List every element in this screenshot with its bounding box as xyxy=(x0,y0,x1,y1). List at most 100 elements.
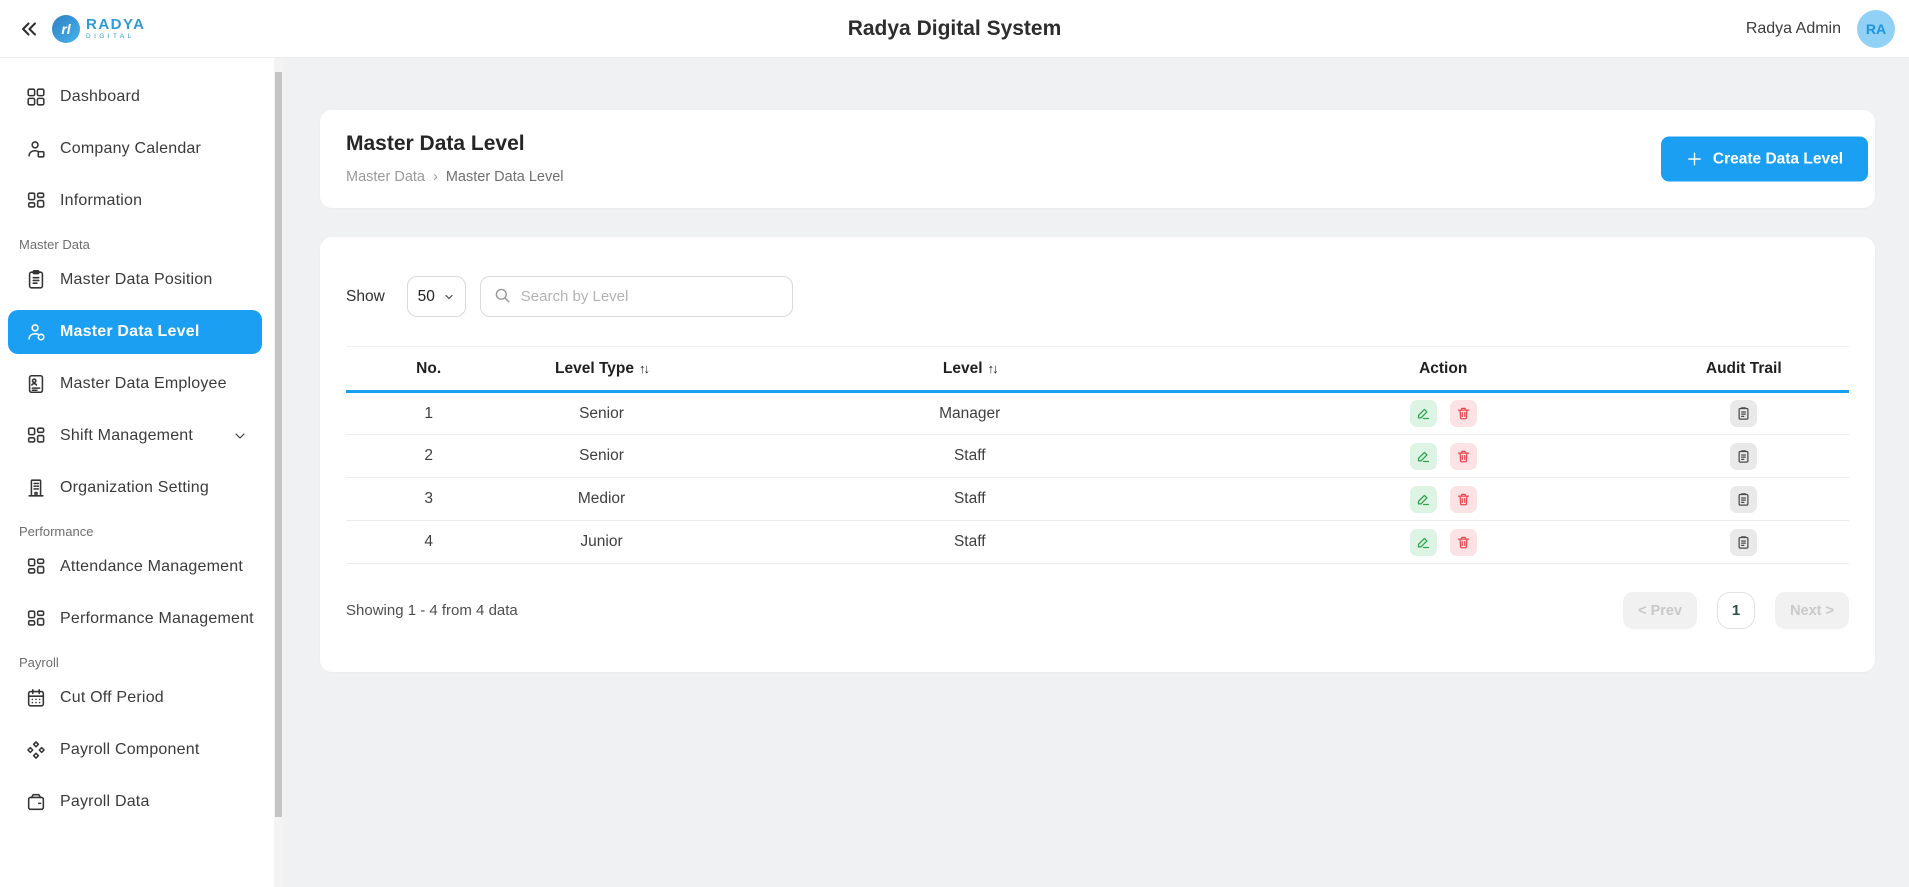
sidebar-scrollbar[interactable] xyxy=(274,58,283,887)
sidebar-item-label: Cut Off Period xyxy=(60,689,164,706)
sidebar: Dashboard Company Calendar Information M… xyxy=(0,58,283,887)
audit-trail-button[interactable] xyxy=(1730,528,1758,556)
edit-button[interactable] xyxy=(1409,485,1437,513)
sidebar-item-master-data-employee[interactable]: Master Data Employee xyxy=(8,362,262,406)
pencil-icon xyxy=(1417,494,1429,505)
sidebar-item-payroll-component[interactable]: Payroll Component xyxy=(8,728,262,772)
user-name: Radya Admin xyxy=(1745,19,1841,37)
sidebar-item-label: Attendance Management xyxy=(60,558,243,575)
delete-button[interactable] xyxy=(1449,442,1477,470)
delete-button[interactable] xyxy=(1449,400,1477,427)
sidebar-item-label: Company Calendar xyxy=(60,140,202,157)
pagination-summary: Showing 1 - 4 from 4 data xyxy=(346,602,518,619)
plus-icon xyxy=(1688,152,1701,166)
sidebar-item-attendance-management[interactable]: Attendance Management xyxy=(8,545,262,589)
edit-button[interactable] xyxy=(1409,528,1437,556)
sidebar-item-label: Information xyxy=(60,192,143,209)
person-calendar-icon xyxy=(25,138,47,160)
cell-action xyxy=(1247,434,1639,478)
cell-action xyxy=(1247,391,1639,435)
page-size-value: 50 xyxy=(417,287,435,305)
column-header-no: No. xyxy=(346,346,512,393)
sidebar-item-master-data-position[interactable]: Master Data Position xyxy=(8,258,262,302)
dashboard-grid-icon xyxy=(25,86,47,108)
sidebar-item-information[interactable]: Information xyxy=(8,179,262,223)
clipboard-icon xyxy=(1738,492,1749,506)
cell-no: 2 xyxy=(346,434,512,478)
cell-audit-trail xyxy=(1638,434,1849,478)
breadcrumb: Master Data › Master Data Level xyxy=(346,169,1875,185)
breadcrumb-current: Master Data Level xyxy=(445,169,564,185)
cell-level-type: Junior xyxy=(511,520,692,564)
trash-icon xyxy=(1457,536,1469,548)
sort-icon[interactable]: ↑↓ xyxy=(639,361,650,376)
sidebar-collapse-button[interactable] xyxy=(14,14,44,44)
delete-button[interactable] xyxy=(1449,528,1477,556)
top-bar: rl RADYA DIGITAL Radya Digital System Ra… xyxy=(0,0,1909,58)
audit-trail-button[interactable] xyxy=(1730,442,1758,470)
next-page-button[interactable]: Next > xyxy=(1775,592,1849,629)
show-label: Show xyxy=(346,287,385,305)
sidebar-item-label: Performance Management xyxy=(60,610,254,627)
sidebar-item-organization-setting[interactable]: Organization Setting xyxy=(8,466,262,510)
data-level-table: No. Level Type ↑↓ Level ↑↓ Action Audit Tr… xyxy=(346,346,1849,564)
cell-level-type: Senior xyxy=(511,391,692,435)
table-row: 2 Senior Staff xyxy=(346,434,1849,478)
sidebar-item-payroll-data[interactable]: Payroll Data xyxy=(8,780,262,824)
edit-button[interactable] xyxy=(1409,442,1437,470)
sidebar-item-label: Dashboard xyxy=(60,88,141,105)
page-size-select[interactable]: 50 xyxy=(406,276,466,317)
sidebar-item-company-calendar[interactable]: Company Calendar xyxy=(8,127,262,171)
search-input[interactable] xyxy=(479,276,793,317)
cell-no: 1 xyxy=(346,391,512,435)
apps-grid-icon xyxy=(25,425,47,447)
audit-trail-button[interactable] xyxy=(1730,400,1758,427)
sidebar-item-dashboard[interactable]: Dashboard xyxy=(8,75,262,119)
audit-trail-button[interactable] xyxy=(1730,485,1758,513)
clipboard-icon xyxy=(1738,407,1749,420)
diamonds-icon xyxy=(25,739,47,761)
prev-page-button[interactable]: < Prev xyxy=(1623,592,1698,629)
app-logo[interactable]: rl RADYA DIGITAL xyxy=(52,14,146,43)
cell-level: Staff xyxy=(691,477,1248,521)
column-header-level[interactable]: Level ↑↓ xyxy=(691,346,1248,393)
sidebar-item-master-data-level[interactable]: Master Data Level xyxy=(8,310,262,354)
table-controls: Show 50 xyxy=(346,237,1849,317)
create-button-label: Create Data Level xyxy=(1712,150,1843,167)
sidebar-item-performance-management[interactable]: Performance Management xyxy=(8,597,262,641)
edit-button[interactable] xyxy=(1409,400,1437,427)
user-avatar[interactable]: RA xyxy=(1857,9,1895,48)
wallet-icon xyxy=(25,791,47,813)
column-header-level-type[interactable]: Level Type ↑↓ xyxy=(511,346,692,393)
person-badge-icon xyxy=(25,321,47,343)
clipboard-icon xyxy=(1738,449,1749,463)
search-icon xyxy=(493,286,512,310)
apps-grid-icon xyxy=(25,608,47,630)
create-data-level-button[interactable]: Create Data Level xyxy=(1660,136,1868,182)
sidebar-section-performance: Performance xyxy=(19,524,94,539)
sort-icon[interactable]: ↑↓ xyxy=(988,361,999,376)
delete-button[interactable] xyxy=(1449,485,1477,513)
logo-brand-text: RADYA xyxy=(86,15,146,33)
current-page-indicator[interactable]: 1 xyxy=(1717,592,1756,629)
apps-grid-icon xyxy=(25,556,47,578)
sidebar-item-cut-off-period[interactable]: Cut Off Period xyxy=(8,676,262,720)
sidebar-item-label: Shift Management xyxy=(60,427,194,444)
cell-no: 4 xyxy=(346,520,512,564)
sidebar-scrollbar-thumb[interactable] xyxy=(275,72,282,817)
page-header-card: Master Data Level Master Data › Master D… xyxy=(320,110,1875,208)
sidebar-item-shift-management[interactable]: Shift Management xyxy=(8,414,262,458)
calendar-icon xyxy=(25,687,47,709)
column-header-audit-trail: Audit Trail xyxy=(1638,346,1849,393)
search-box xyxy=(479,276,793,317)
logo-mark-icon: rl xyxy=(52,14,80,43)
logo-sub-text: DIGITAL xyxy=(86,32,135,40)
pencil-icon xyxy=(1417,451,1429,462)
cell-level-type: Medior xyxy=(511,477,692,521)
main-content: Master Data Level Master Data › Master D… xyxy=(283,58,1909,887)
cell-audit-trail xyxy=(1638,520,1849,564)
data-table-card: Show 50 No. Level Type↑↓ Level↑↓ Action xyxy=(320,237,1875,672)
breadcrumb-parent[interactable]: Master Data xyxy=(346,169,425,185)
app-title: Radya Digital System xyxy=(847,16,1062,40)
double-chevron-left-icon xyxy=(22,21,36,36)
